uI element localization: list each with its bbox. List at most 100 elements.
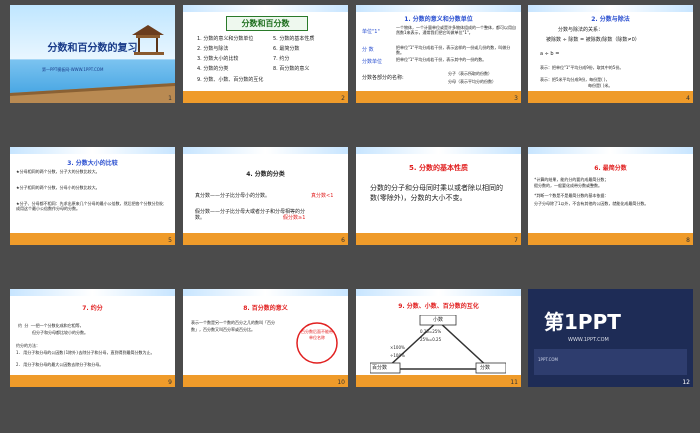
slide-thumbnail-1[interactable]: 分数和百分数的复习 第一PPT模板网-WWW.1PPT.COM 1 [10, 5, 175, 103]
slide-thumbnail-2[interactable]: 分数和百分数 1. 分数的意义和分数单位 5. 分数的基本性质 2. 分数与除法… [183, 5, 348, 103]
slide-title: 9. 分数、小数、百分数的互化 [398, 303, 479, 310]
slide-thumbnail-11[interactable]: 9. 分数、小数、百分数的互化 小数 百分数 分数 0.25=25% 25%=0… [356, 289, 521, 387]
slide-number: 11 [510, 379, 518, 386]
slide-thumbnail-6[interactable]: 4. 分数的分类 真分数——分子比分母小的分数。 真分数<1 假分数——分子比分… [183, 147, 348, 245]
slide-thumbnail-12[interactable]: 第1PPT WWW.1PPT.COM 1PPT.COM 12 [528, 289, 693, 387]
footer-bar [528, 91, 693, 103]
header-bar [356, 5, 521, 12]
slide-title: 5. 分数的基本性质 [409, 164, 468, 172]
text-line: 每份是( )米。 [588, 83, 613, 88]
header-bar [183, 147, 348, 154]
text-line: *判断一个数是不是最简分数的基本依据： [534, 193, 609, 198]
header-bar [10, 147, 175, 154]
text-line: 被除数 ÷ 除数 = 被除数/除数（除数≠0） [546, 37, 640, 43]
term-label: 单位"1" [362, 29, 380, 35]
definition-text: 一个物体，一个计量单位或是许多物体组成的一个整体，都可以用自然数1来表示，通常我… [396, 25, 516, 35]
text-line: 分子分母除了1以外，不含有其他的公因数，就能化成最简分数。 [534, 201, 649, 206]
menu-item: 6. 最简分数 [273, 46, 300, 52]
text-line: a ÷ b = [540, 51, 560, 57]
slide-title: 4. 分数的分类 [246, 171, 285, 178]
footer-bar [356, 233, 521, 245]
slide-thumbnail-10[interactable]: 8. 百分数的意义 表示一个数是另一个数的百分之几的数叫「百分数」，百分数又叫百… [183, 289, 348, 387]
header-bar [183, 289, 348, 296]
term-label: 分数单位 [362, 59, 383, 65]
rule-text: ★分子相同的两个分数，分母小的分数比较大。 [16, 185, 100, 190]
site-text: 第一PPT模板网-WWW.1PPT.COM [42, 67, 104, 72]
text-line: 但分子和分母都比较小的分数。 [32, 330, 88, 335]
note-text: 分子（表示所取的份数） [448, 71, 492, 76]
slide-title: 7. 约分 [82, 305, 103, 312]
text-line: 表示：把单位"1"平均分成9份，取其中的5份。 [540, 65, 624, 70]
footer-bar [356, 375, 521, 387]
slide-title: 3. 分数大小的比较 [67, 160, 118, 167]
slide-thumbnail-9[interactable]: 7. 约分 约 分 ——把一个分数化成和它相等， 但分子和分母都比较小的分数。 … [10, 289, 175, 387]
menu-item: 8. 百分数的意义 [273, 66, 310, 72]
node-label: 小数 [433, 317, 444, 323]
body-text: 表示一个数是另一个数的百分之几的数叫「百分数」，百分数又叫百分率或百分比。 [191, 320, 275, 332]
text-line: 约分的方法： [16, 343, 40, 348]
dock-icon [10, 83, 175, 103]
arrow-label: ×100% [390, 345, 405, 350]
slide-number: 2 [341, 95, 345, 102]
arrow-label: ÷100% [390, 353, 405, 358]
slide-number: 4 [686, 95, 690, 102]
seal-text: 百分数后面不能带单位名称 [301, 329, 333, 340]
menu-item: 3. 分数大小的比较 [197, 56, 239, 62]
slide-thumbnail-4[interactable]: 2. 分数与除法 分数与除法的关系： 被除数 ÷ 除数 = 被除数/除数（除数≠… [528, 5, 693, 103]
header-bar [528, 147, 693, 154]
slide-title: 分数和百分数的复习 [47, 43, 138, 54]
definition-text: 把单位"1"平均分成若干份，表示这样的一份或几份的数，叫做分数。 [396, 45, 511, 55]
footer-bar [10, 233, 175, 245]
slide-thumbnail-3[interactable]: 1. 分数的意义和分数单位 单位"1" 一个物体，一个计量单位或是许多物体组成的… [356, 5, 521, 103]
menu-item: 9. 分数、小数、百分数的互化 [197, 77, 264, 83]
node-label: 百分数 [372, 365, 388, 371]
rule-badge: 真分数<1 [311, 193, 334, 199]
panel-caption: 1PPT.COM [538, 357, 559, 362]
header-bar [356, 289, 521, 296]
menu-item: 4. 分数的分类 [197, 66, 229, 72]
slide-number: 9 [168, 379, 172, 386]
term-label: 分数各部分的名称: [362, 75, 404, 81]
slide-number: 6 [341, 237, 345, 244]
footer-bar [356, 91, 521, 103]
menu-item: 7. 约分 [273, 56, 290, 62]
header-bar [183, 5, 348, 12]
slide-number: 5 [168, 237, 172, 244]
slide-number: 8 [686, 237, 690, 244]
footer-bar [183, 375, 348, 387]
menu-item: 5. 分数的基本性质 [273, 36, 315, 42]
slide-number: 12 [682, 379, 690, 386]
seal-icon [296, 322, 338, 364]
slide-title: 8. 百分数的意义 [243, 305, 288, 312]
rule-text: ★分母相同的两个分数，分子大的分数比较大。 [16, 169, 100, 174]
slide-number: 3 [514, 95, 518, 102]
slide-number: 10 [337, 379, 345, 386]
footer-bar [528, 233, 693, 245]
example-text: 0.25=25% [420, 329, 442, 334]
text-line: 2. 用分子和分母的最大公因数去除分子和分母。 [16, 362, 104, 367]
body-text: 分数的分子和分母同时乘以或者除以相同的数(零除外)，分数的大小不变。 [370, 184, 503, 202]
header-bar [528, 5, 693, 12]
slide-thumbnail-7[interactable]: 5. 分数的基本性质 分数的分子和分母同时乘以或者除以相同的数(零除外)，分数的… [356, 147, 521, 245]
text-line: 分数与除法的关系： [558, 27, 604, 33]
slide-thumbnail-8[interactable]: 6. 最简分数 *计算的结果，能约分的要约成最简分数； 假分数的，一般要化成带分… [528, 147, 693, 245]
slide-title: 2. 分数与除法 [591, 16, 630, 23]
menu-item: 1. 分数的意义和分数单位 [197, 36, 254, 42]
rule-text: ★分子、分母都不相同：先求出原来几个分母的最小公倍数，然后把各个分数分别化成用这… [16, 201, 164, 211]
slide-title: 分数和百分数 [241, 19, 290, 28]
header-bar [10, 289, 175, 296]
slide-number: 7 [514, 237, 518, 244]
text-line: 1. 用分子和分母的公因数(1除外)去除分子和分母，直到得到最简分数为止。 [16, 350, 155, 355]
text-line: 约 分 ——把一个分数化成和它相等， [18, 323, 84, 328]
term-label: 分 数 [362, 47, 374, 53]
example-text: 25%=0.25 [420, 337, 442, 342]
definition-text: 真分数——分子比分母小的分数。 [195, 193, 271, 199]
slide-title: 6. 最简分数 [594, 165, 627, 172]
menu-item: 2. 分数与除法 [197, 46, 229, 52]
brand-url: WWW.1PPT.COM [568, 337, 609, 343]
slide-number: 1 [168, 95, 172, 102]
footer-bar [183, 91, 348, 103]
note-text: 分母（表示平均分的份数） [448, 79, 496, 84]
slide-thumbnail-5[interactable]: 3. 分数大小的比较 ★分母相同的两个分数，分子大的分数比较大。 ★分子相同的两… [10, 147, 175, 245]
footer-bar [183, 233, 348, 245]
